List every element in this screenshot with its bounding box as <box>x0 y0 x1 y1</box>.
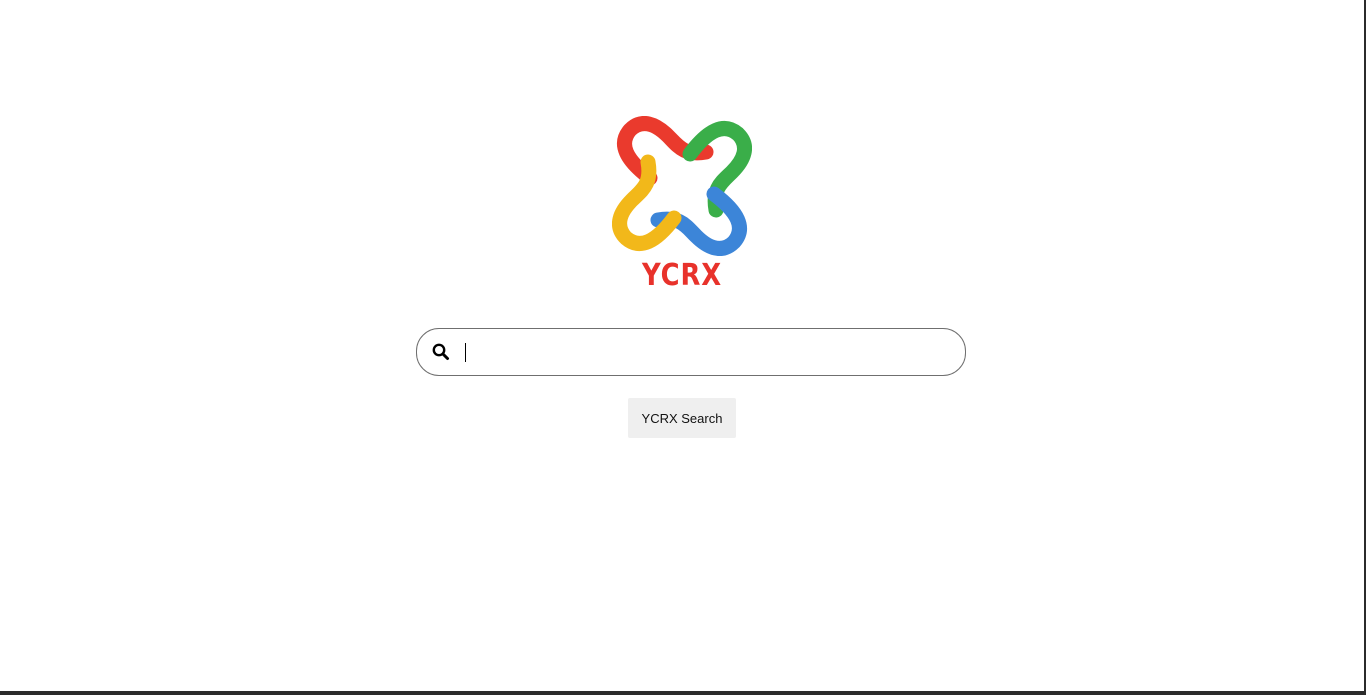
ycrx-search-button[interactable]: YCRX Search <box>628 398 736 438</box>
logo-yellow-arm <box>612 154 682 251</box>
page-background: YCRX YCRX Search <box>0 0 1364 691</box>
text-cursor <box>465 343 466 362</box>
ycrx-logo: YCRX <box>612 116 752 296</box>
search-input[interactable] <box>463 337 943 367</box>
search-icon <box>431 342 451 362</box>
search-box[interactable] <box>416 328 966 376</box>
ycrx-logo-mark <box>612 116 752 256</box>
logo-wordmark: YCRX <box>642 258 722 293</box>
window-bottom-border <box>0 691 1366 695</box>
